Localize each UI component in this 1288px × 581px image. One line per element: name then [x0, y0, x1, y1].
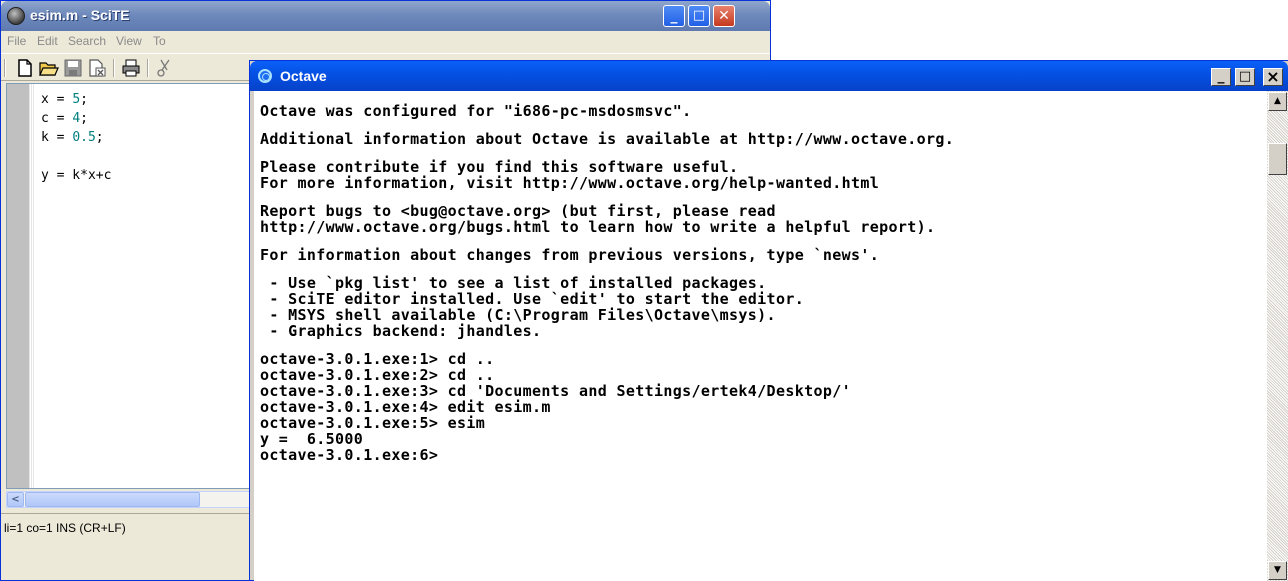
open-folder-icon[interactable] [39, 58, 59, 78]
octave-title-bar[interactable]: Octave _ □ × [250, 61, 1288, 91]
code-number: 4 [72, 111, 81, 126]
scroll-left-icon[interactable]: < [7, 492, 24, 507]
close-file-icon[interactable] [87, 58, 107, 78]
fold-margin[interactable] [29, 84, 35, 488]
new-file-icon[interactable] [15, 58, 35, 78]
status-text: li=1 co=1 INS (CR+LF) [4, 521, 126, 535]
code-tail: ; [80, 111, 88, 126]
console-line: For more information, visit http://www.o… [260, 174, 880, 192]
toolbar-separator [113, 59, 115, 77]
menu-tools[interactable]: To [153, 34, 166, 48]
code-line-2: c = 4; [41, 111, 88, 126]
console-line: Additional information about Octave is a… [260, 130, 955, 148]
octave-vertical-scrollbar[interactable]: ▲ ▼ [1267, 91, 1288, 581]
code-line-5: y = k*x+c [41, 168, 112, 183]
scite-title-bar[interactable]: esim.m - SciTE _ □ ✕ [1, 1, 770, 31]
cut-icon[interactable] [155, 58, 175, 78]
menu-search[interactable]: Search [68, 34, 106, 48]
scroll-down-icon[interactable]: ▼ [1268, 561, 1287, 580]
console-line: For information about changes from previ… [260, 246, 880, 264]
octave-close-button[interactable]: × [1263, 68, 1283, 86]
code-line-1: x = 5; [41, 92, 88, 107]
console-prompt: octave-3.0.1.exe:6> [260, 446, 439, 464]
scite-minimize-button[interactable]: _ [663, 5, 685, 27]
console-line: http://www.octave.org/bugs.html to learn… [260, 218, 936, 236]
print-icon[interactable] [121, 58, 141, 78]
code-line-3: k = 0.5; [41, 130, 104, 145]
code-text: c = [41, 111, 73, 126]
line-number-margin [7, 84, 29, 488]
menu-view[interactable]: View [116, 34, 142, 48]
scroll-thumb[interactable] [1268, 143, 1287, 175]
toolbar-separator-2 [147, 59, 149, 77]
scite-editor[interactable]: x = 5; c = 4; k = 0.5; y = k*x+c [6, 83, 256, 489]
toolbar-grip [4, 59, 6, 77]
code-text: k = [41, 130, 73, 145]
scite-maximize-button[interactable]: □ [688, 5, 710, 27]
scroll-thumb[interactable] [25, 492, 200, 507]
scroll-up-icon[interactable]: ▲ [1268, 92, 1287, 111]
menu-edit[interactable]: Edit [37, 34, 58, 48]
code-number: 5 [72, 92, 81, 107]
octave-console[interactable]: Octave was configured for "i686-pc-msdos… [254, 91, 1267, 581]
octave-minimize-button[interactable]: _ [1211, 68, 1231, 86]
code-tail: ; [80, 92, 88, 107]
scite-app-icon[interactable] [7, 7, 25, 25]
scite-menu-bar: File Edit Search View To [1, 31, 770, 51]
code-number: 0.5 [72, 130, 96, 145]
console-line: - Graphics backend: jhandles. [260, 322, 542, 340]
scite-close-button[interactable]: ✕ [713, 5, 735, 27]
scite-horizontal-scrollbar[interactable]: < [6, 491, 256, 508]
octave-app-icon[interactable] [258, 69, 272, 83]
scite-window-title: esim.m - SciTE [30, 7, 130, 23]
code-tail: ; [95, 130, 104, 145]
console-line: Octave was configured for "i686-pc-msdos… [260, 102, 692, 120]
octave-window-title: Octave [280, 68, 327, 84]
octave-window[interactable]: Octave _ □ × Octave was configured for "… [249, 60, 1288, 581]
octave-maximize-button[interactable]: □ [1235, 68, 1255, 86]
menu-file[interactable]: File [7, 34, 26, 48]
save-icon[interactable] [63, 58, 83, 78]
code-text: x = [41, 92, 73, 107]
